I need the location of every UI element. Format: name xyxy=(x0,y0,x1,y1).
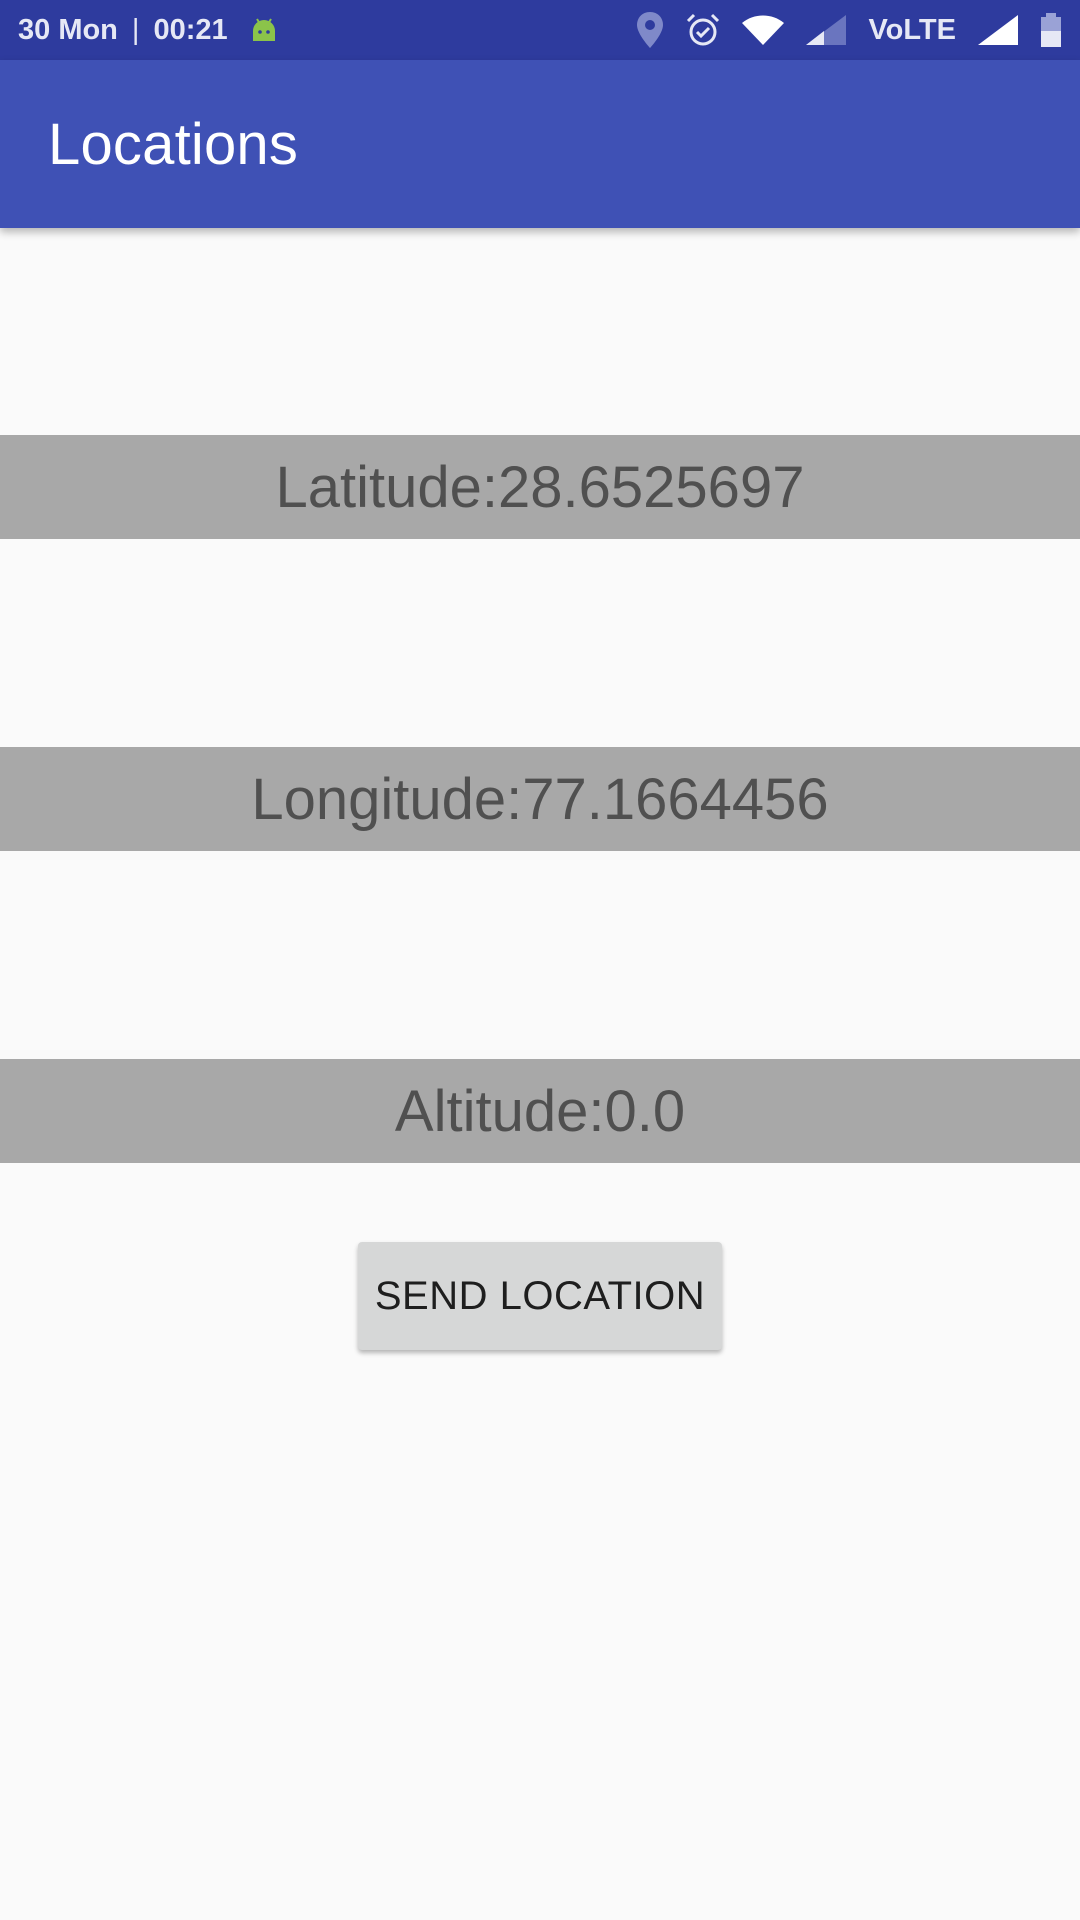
location-pin-icon xyxy=(636,11,664,49)
wifi-icon xyxy=(742,15,785,45)
status-left: 30 Mon | 00:21 xyxy=(18,14,278,47)
send-location-button[interactable]: SEND LOCATION xyxy=(358,1242,722,1350)
signal-full-icon xyxy=(978,15,1018,45)
altitude-text: Altitude:0.0 xyxy=(394,1078,686,1144)
status-time: 00:21 xyxy=(153,13,228,46)
battery-icon xyxy=(1040,13,1062,47)
app-bar: Locations xyxy=(0,60,1080,228)
android-icon xyxy=(250,17,278,43)
longitude-text: Longitude:77.1664456 xyxy=(251,766,829,832)
network-label: VoLTE xyxy=(868,13,956,46)
alarm-icon xyxy=(686,13,720,47)
longitude-row: Longitude:77.1664456 xyxy=(0,747,1080,851)
latitude-row: Latitude:28.6525697 xyxy=(0,435,1080,539)
status-separator: | xyxy=(131,13,140,46)
status-date: 30 Mon xyxy=(18,13,118,46)
screen: 30 Mon | 00:21 VoLTE Locations Latitude:… xyxy=(0,0,1080,1920)
latitude-text: Latitude:28.6525697 xyxy=(275,454,805,520)
altitude-row: Altitude:0.0 xyxy=(0,1059,1080,1163)
status-right: VoLTE xyxy=(636,11,1062,49)
signal-weak-icon xyxy=(806,15,847,45)
app-title: Locations xyxy=(48,111,299,177)
status-bar: 30 Mon | 00:21 VoLTE xyxy=(0,0,1080,60)
